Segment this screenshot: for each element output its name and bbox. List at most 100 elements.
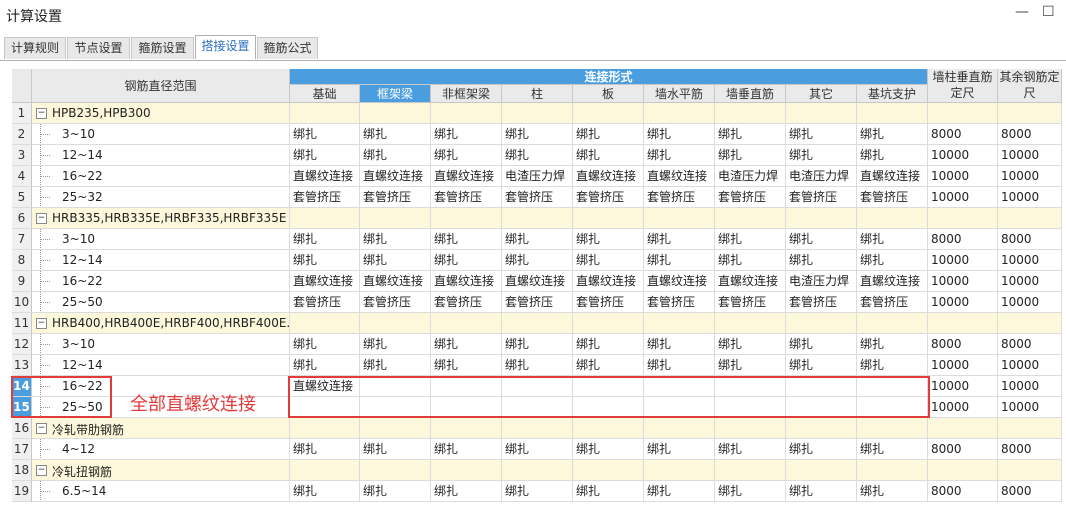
wall-length-cell[interactable] xyxy=(928,313,998,334)
connection-cell[interactable]: 绑扎 xyxy=(502,481,573,502)
table-row[interactable]: 3~10 xyxy=(32,334,290,355)
connection-cell[interactable]: 绑扎 xyxy=(431,229,502,250)
group-row[interactable]: − 冷轧带肋钢筋 xyxy=(32,418,290,439)
connection-cell[interactable] xyxy=(857,313,928,334)
row-number[interactable]: 5 xyxy=(12,187,32,208)
connection-cell[interactable] xyxy=(715,208,786,229)
connection-cell[interactable] xyxy=(290,460,360,481)
other-length-cell[interactable]: 8000 xyxy=(998,439,1062,460)
connection-cell[interactable] xyxy=(786,418,857,439)
row-number[interactable]: 11 xyxy=(12,313,32,334)
row-number[interactable]: 19 xyxy=(12,481,32,502)
connection-cell[interactable]: 绑扎 xyxy=(502,250,573,271)
collapse-icon[interactable]: − xyxy=(36,108,47,119)
connection-cell[interactable]: 绑扎 xyxy=(644,229,715,250)
connection-cell[interactable]: 套管挤压 xyxy=(360,292,431,313)
other-length-cell[interactable] xyxy=(998,103,1062,124)
row-number[interactable]: 2 xyxy=(12,124,32,145)
connection-cell[interactable]: 直螺纹连接 xyxy=(857,271,928,292)
connection-cell[interactable] xyxy=(786,460,857,481)
connection-cell[interactable]: 绑扎 xyxy=(573,229,644,250)
connection-cell[interactable]: 套管挤压 xyxy=(786,292,857,313)
connection-cell[interactable]: 套管挤压 xyxy=(715,187,786,208)
connection-cell[interactable]: 绑扎 xyxy=(290,439,360,460)
connection-cell[interactable]: 绑扎 xyxy=(431,334,502,355)
connection-cell[interactable]: 绑扎 xyxy=(715,334,786,355)
connection-cell[interactable]: 直螺纹连接 xyxy=(644,166,715,187)
connection-cell[interactable] xyxy=(360,418,431,439)
wall-length-cell[interactable] xyxy=(928,460,998,481)
table-row[interactable]: 4~12 xyxy=(32,439,290,460)
header-col-5[interactable]: 墙水平筋 xyxy=(644,85,715,103)
connection-cell[interactable]: 绑扎 xyxy=(502,334,573,355)
row-number[interactable]: 6 xyxy=(12,208,32,229)
other-length-cell[interactable]: 10000 xyxy=(998,271,1062,292)
header-col-3[interactable]: 柱 xyxy=(502,85,573,103)
connection-cell[interactable] xyxy=(857,103,928,124)
table-row[interactable]: 12~14 xyxy=(32,355,290,376)
row-number[interactable]: 3 xyxy=(12,145,32,166)
connection-cell[interactable] xyxy=(360,460,431,481)
connection-cell[interactable]: 绑扎 xyxy=(290,124,360,145)
header-col-1[interactable]: 框架梁 xyxy=(360,85,431,103)
connection-cell[interactable]: 绑扎 xyxy=(715,124,786,145)
other-length-cell[interactable]: 10000 xyxy=(998,376,1062,397)
wall-length-cell[interactable]: 10000 xyxy=(928,292,998,313)
connection-cell[interactable] xyxy=(290,418,360,439)
connection-cell[interactable]: 电渣压力焊 xyxy=(502,166,573,187)
group-row[interactable]: − 冷轧扭钢筋 xyxy=(32,460,290,481)
row-number[interactable]: 8 xyxy=(12,250,32,271)
wall-length-cell[interactable]: 8000 xyxy=(928,481,998,502)
connection-cell[interactable] xyxy=(786,103,857,124)
header-col-4[interactable]: 板 xyxy=(573,85,644,103)
table-row[interactable]: 3~10 xyxy=(32,124,290,145)
connection-cell[interactable]: 套管挤压 xyxy=(431,292,502,313)
other-length-cell[interactable]: 8000 xyxy=(998,229,1062,250)
connection-cell[interactable]: 绑扎 xyxy=(360,124,431,145)
row-number[interactable]: 13 xyxy=(12,355,32,376)
connection-cell[interactable] xyxy=(431,208,502,229)
connection-cell[interactable] xyxy=(715,103,786,124)
other-length-cell[interactable]: 10000 xyxy=(998,187,1062,208)
connection-cell[interactable] xyxy=(502,313,573,334)
connection-cell[interactable]: 直螺纹连接 xyxy=(431,271,502,292)
connection-cell[interactable]: 绑扎 xyxy=(857,229,928,250)
connection-cell[interactable]: 直螺纹连接 xyxy=(502,271,573,292)
connection-cell[interactable]: 绑扎 xyxy=(573,439,644,460)
header-col-8[interactable]: 基坑支护 xyxy=(857,85,928,103)
connection-cell[interactable] xyxy=(290,313,360,334)
connection-cell[interactable]: 直螺纹连接 xyxy=(360,271,431,292)
connection-cell[interactable]: 直螺纹连接 xyxy=(360,166,431,187)
connection-cell[interactable] xyxy=(573,208,644,229)
connection-cell[interactable] xyxy=(644,460,715,481)
connection-cell[interactable]: 绑扎 xyxy=(715,145,786,166)
connection-cell[interactable]: 直螺纹连接 xyxy=(715,271,786,292)
other-length-cell[interactable] xyxy=(998,313,1062,334)
connection-cell[interactable]: 绑扎 xyxy=(360,355,431,376)
connection-cell[interactable]: 套管挤压 xyxy=(502,187,573,208)
connection-cell[interactable] xyxy=(290,208,360,229)
wall-length-cell[interactable]: 10000 xyxy=(928,397,998,418)
other-length-cell[interactable] xyxy=(998,460,1062,481)
connection-cell[interactable]: 直螺纹连接 xyxy=(573,166,644,187)
connection-cell[interactable] xyxy=(715,313,786,334)
wall-length-cell[interactable]: 10000 xyxy=(928,250,998,271)
connection-cell[interactable]: 套管挤压 xyxy=(857,292,928,313)
connection-cell[interactable]: 绑扎 xyxy=(644,355,715,376)
connection-cell[interactable]: 绑扎 xyxy=(573,355,644,376)
tab-lap-settings[interactable]: 搭接设置 xyxy=(195,35,256,59)
group-row[interactable]: − HRB335,HRB335E,HRBF335,HRBF335E xyxy=(32,208,290,229)
header-col-0[interactable]: 基础 xyxy=(290,85,360,103)
connection-cell[interactable]: 绑扎 xyxy=(857,439,928,460)
connection-cell[interactable]: 绑扎 xyxy=(502,124,573,145)
other-length-cell[interactable]: 10000 xyxy=(998,292,1062,313)
connection-cell[interactable]: 绑扎 xyxy=(786,229,857,250)
connection-cell[interactable]: 绑扎 xyxy=(360,439,431,460)
connection-cell[interactable] xyxy=(502,208,573,229)
connection-cell[interactable]: 绑扎 xyxy=(644,250,715,271)
connection-cell[interactable]: 绑扎 xyxy=(857,250,928,271)
connection-cell[interactable] xyxy=(502,460,573,481)
row-number[interactable]: 18 xyxy=(12,460,32,481)
connection-cell[interactable]: 绑扎 xyxy=(431,439,502,460)
connection-cell[interactable]: 绑扎 xyxy=(715,481,786,502)
